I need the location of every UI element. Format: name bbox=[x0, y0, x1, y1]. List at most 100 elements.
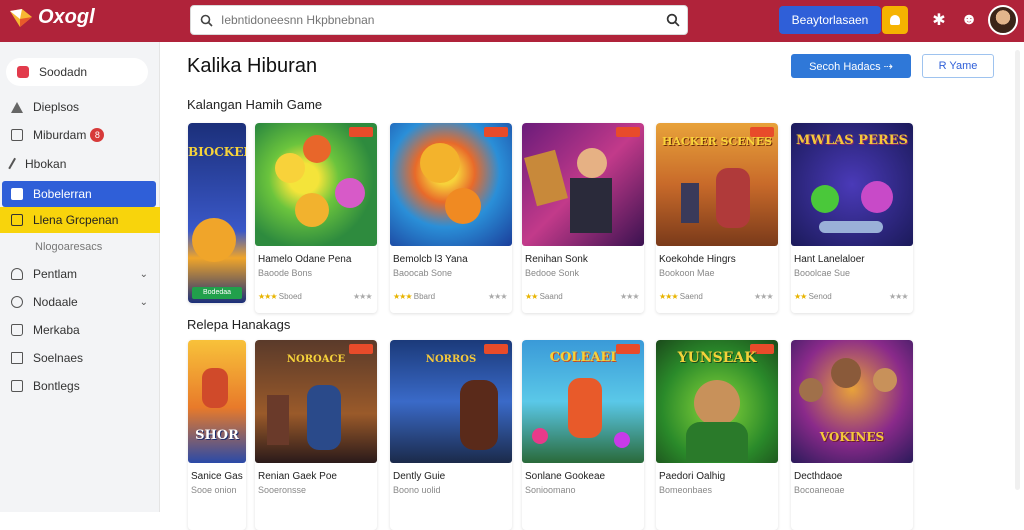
chevron-down-icon: ⌄ bbox=[139, 296, 148, 308]
home-icon bbox=[17, 66, 29, 78]
game-rating: ★★ Saand ★★★ bbox=[525, 292, 639, 301]
character-art bbox=[694, 380, 740, 426]
game-card[interactable]: NOROACE Renian Gaek Poe Sooeronsse bbox=[255, 340, 377, 530]
game-rating: ★★★ Bbard ★★★ bbox=[393, 292, 507, 301]
search-submit-icon[interactable] bbox=[659, 13, 687, 27]
game-thumbnail: BIOCKER Bodedaa bbox=[188, 123, 246, 303]
settings-icon[interactable]: ✱ bbox=[928, 9, 950, 31]
game-logo-art: NORROS bbox=[425, 354, 477, 365]
character-art bbox=[873, 368, 897, 392]
game-meta: Baoode Bons bbox=[258, 268, 313, 278]
character-art bbox=[307, 385, 341, 450]
sidebar-item-2[interactable]: Miburdam 8 bbox=[0, 122, 160, 148]
game-card[interactable]: Bemolcb l3 Yana Baoocab Sone ★★★ Bbard ★★… bbox=[390, 123, 512, 313]
sidebar-item-7[interactable]: Pentlam ⌄ bbox=[0, 261, 160, 287]
folder-icon bbox=[11, 214, 23, 226]
game-title: Decthdaoe bbox=[794, 471, 843, 482]
game-thumbnail: YUNSEAK bbox=[656, 340, 778, 463]
sidebar-item-label: Merkaba bbox=[33, 323, 80, 337]
new-tag bbox=[349, 344, 373, 354]
game-card[interactable]: YUNSEAK Paedori Oalhig Bomeonbaes bbox=[656, 340, 778, 530]
sidebar-item-8[interactable]: Nodaale ⌄ bbox=[0, 289, 160, 315]
primary-action-button[interactable]: Secoh Hadacs ⇢ bbox=[791, 54, 911, 78]
game-rating: ★★ Senod ★★★ bbox=[794, 292, 908, 301]
game-title: Bemolcb l3 Yana bbox=[393, 254, 468, 265]
sidebar-item-label: Llena Grcpenan bbox=[33, 213, 119, 227]
grey-stars: ★★★ bbox=[889, 292, 908, 301]
sidebar-item-label: Hbokan bbox=[25, 157, 67, 171]
avatar[interactable] bbox=[988, 5, 1018, 35]
lock-icon bbox=[11, 380, 23, 392]
game-card[interactable]: VOKINES Decthdaoe Bocoaneoae bbox=[791, 340, 913, 530]
sidebar-item-5[interactable]: Llena Grcpenan bbox=[0, 207, 160, 233]
game-card[interactable]: SHOR Sanice Gas Sooe onion bbox=[188, 340, 246, 530]
rating-text: Senod bbox=[808, 292, 832, 301]
star-rating: ★★ bbox=[525, 292, 538, 301]
game-thumbnail: COLEAEI bbox=[522, 340, 644, 463]
game-meta: Boono uolid bbox=[393, 485, 441, 495]
game-title: Renihan Sonk bbox=[525, 254, 588, 265]
game-title: Dently Guie bbox=[393, 471, 446, 482]
game-card[interactable]: COLEAEI Sonlane Gookeae Sonioomano bbox=[522, 340, 644, 530]
sidebar-item-home[interactable]: Soodadn bbox=[6, 58, 148, 86]
sidebar-item-4[interactable]: Bobelerran bbox=[2, 181, 156, 207]
logo[interactable]: Oxogl bbox=[8, 6, 95, 29]
sidebar-item-3[interactable]: Hbokan bbox=[0, 151, 160, 177]
sidebar-item-9[interactable]: Merkaba bbox=[0, 317, 160, 343]
bell-icon bbox=[890, 15, 900, 25]
character-art bbox=[202, 368, 228, 408]
card-art bbox=[524, 149, 568, 207]
game-thumbnail: NORROS bbox=[390, 340, 512, 463]
game-title: Hant Lanelaloer bbox=[794, 254, 865, 265]
orb-art bbox=[532, 428, 548, 444]
search-input[interactable] bbox=[221, 13, 659, 27]
sidebar-item-1[interactable]: Dieplsos bbox=[0, 94, 160, 120]
logo-icon bbox=[10, 8, 32, 27]
sidebar-item-label: Nodaale bbox=[33, 295, 78, 309]
game-logo-art: COLEAEI bbox=[549, 350, 617, 365]
rating-text: Sboed bbox=[278, 292, 302, 301]
character-art bbox=[267, 395, 289, 445]
rating-text: Bbard bbox=[413, 292, 436, 301]
game-meta: Bomeonbaes bbox=[659, 485, 713, 495]
top-bar: Oxogl Beaytorlasaen ✱ ☻ bbox=[0, 0, 1024, 42]
header-primary-button[interactable]: Beaytorlasaen bbox=[779, 6, 881, 34]
user-icon bbox=[11, 268, 23, 280]
game-card[interactable]: HACKER SCENES Koekohde Hingrs Bookoon Ma… bbox=[656, 123, 778, 313]
game-logo-art: NOROACE bbox=[286, 354, 346, 365]
secondary-action-button[interactable]: R Yame bbox=[922, 54, 994, 78]
sidebar-item-10[interactable]: Soelnaes bbox=[0, 345, 160, 371]
game-logo-art: YUNSEAK bbox=[677, 350, 757, 366]
new-tag bbox=[484, 127, 508, 137]
game-card[interactable]: NORROS Dently Guie Boono uolid bbox=[390, 340, 512, 530]
triangle-icon bbox=[11, 101, 23, 113]
game-title: Sonlane Gookeae bbox=[525, 471, 606, 482]
scrollbar[interactable] bbox=[1015, 50, 1020, 490]
user-menu-icon[interactable]: ☻ bbox=[958, 9, 980, 31]
star-rating: ★★★ bbox=[258, 292, 277, 301]
game-thumbnail bbox=[255, 123, 377, 246]
game-card[interactable]: MWLAS PERES Hant Lanelaloer Booolcae Sue… bbox=[791, 123, 913, 313]
lock-icon bbox=[11, 188, 23, 200]
game-thumbnail: MWLAS PERES bbox=[791, 123, 913, 246]
game-card[interactable]: BIOCKER Bodedaa bbox=[188, 123, 246, 303]
character-art bbox=[577, 148, 607, 178]
game-meta: Sooe onion bbox=[191, 485, 237, 495]
game-meta: Sonioomano bbox=[525, 485, 576, 495]
bag-icon bbox=[11, 324, 23, 336]
new-tag bbox=[616, 127, 640, 137]
character-art bbox=[275, 153, 305, 183]
character-art bbox=[799, 378, 823, 402]
sidebar-item-label: Dieplsos bbox=[33, 100, 80, 114]
sidebar-subitem[interactable]: Nlogoaresacs bbox=[0, 234, 160, 260]
search-icon bbox=[191, 14, 221, 27]
game-card[interactable]: Renihan Sonk Bedooe Sonk ★★ Saand ★★★ bbox=[522, 123, 644, 313]
character-art bbox=[686, 422, 748, 462]
sidebar-item-11[interactable]: Bontlegs bbox=[0, 373, 160, 399]
character-art bbox=[420, 143, 460, 183]
game-card[interactable]: Hamelo Odane Pena Baoode Bons ★★★ Sboed ★… bbox=[255, 123, 377, 313]
search-bar[interactable] bbox=[190, 5, 688, 35]
notification-button[interactable] bbox=[882, 6, 908, 34]
character-art bbox=[460, 380, 498, 450]
game-meta: Baoocab Sone bbox=[393, 268, 453, 278]
